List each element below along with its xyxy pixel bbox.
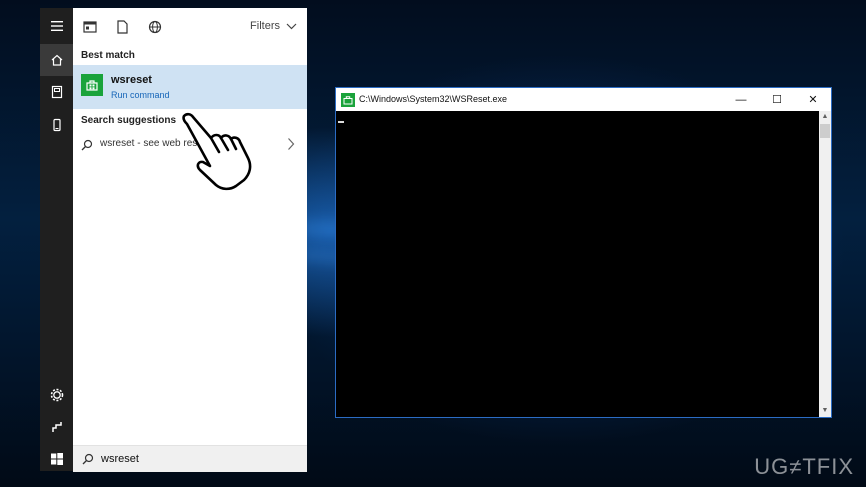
best-match-heading: Best match	[81, 50, 135, 61]
feedback-button[interactable]	[40, 411, 73, 443]
document-icon	[117, 20, 128, 34]
store-bag-glyph	[343, 96, 353, 105]
filters-dropdown[interactable]: Filters	[250, 20, 297, 32]
phone-icon	[52, 118, 61, 132]
search-box[interactable]: wsreset	[73, 445, 307, 472]
search-icon	[82, 453, 94, 465]
best-match-result[interactable]: wsreset Run command	[73, 65, 307, 109]
globe-icon	[148, 20, 162, 34]
console-titlebar[interactable]: C:\Windows\System32\WSReset.exe — ☐ ✕	[336, 88, 831, 111]
search-results-panel: Filters Best match wsreset Run command S…	[73, 8, 307, 472]
start-rail	[40, 8, 73, 471]
best-match-title: wsreset	[111, 74, 152, 86]
web-filter-button[interactable]	[147, 19, 163, 35]
chevron-right-icon	[288, 138, 295, 150]
store-icon	[341, 93, 355, 107]
scroll-down-arrow-icon[interactable]: ▼	[819, 405, 831, 417]
notebook-icon	[51, 85, 62, 99]
scroll-thumb[interactable]	[820, 124, 830, 138]
text-cursor	[338, 121, 344, 123]
search-suggestions-heading: Search suggestions	[81, 115, 177, 126]
home-button[interactable]	[40, 44, 73, 76]
apps-icon	[83, 21, 97, 33]
search-input[interactable]: wsreset	[101, 453, 139, 465]
ugetfix-watermark: UG≠TFIX	[754, 454, 854, 479]
store-icon	[81, 74, 103, 96]
minimize-button[interactable]: —	[723, 88, 759, 111]
maximize-button[interactable]: ☐	[759, 88, 795, 111]
window-title: C:\Windows\System32\WSReset.exe	[359, 94, 508, 104]
settings-button[interactable]	[40, 379, 73, 411]
pointing-hand-icon	[182, 112, 252, 191]
feedback-icon	[51, 422, 62, 432]
home-icon	[51, 54, 62, 66]
windows-start-button[interactable]	[40, 443, 73, 475]
hamburger-icon	[50, 21, 63, 31]
windows-logo-icon	[50, 453, 63, 465]
scroll-up-arrow-icon[interactable]: ▲	[819, 111, 831, 123]
best-match-subtitle: Run command	[111, 90, 170, 100]
start-menu: Filters Best match wsreset Run command S…	[40, 8, 307, 472]
gear-icon	[50, 388, 63, 402]
chevron-down-icon	[286, 23, 297, 29]
device-button[interactable]	[40, 109, 73, 141]
vertical-scrollbar[interactable]: ▲ ▼	[819, 111, 831, 417]
close-button[interactable]: ✕	[795, 88, 831, 111]
search-icon	[81, 139, 93, 151]
wsreset-console-window: C:\Windows\System32\WSReset.exe — ☐ ✕ ▲ …	[335, 87, 832, 418]
store-bag-glyph	[86, 80, 98, 91]
apps-filter-button[interactable]	[82, 19, 98, 35]
documents-filter-button[interactable]	[114, 19, 130, 35]
hamburger-menu-button[interactable]	[40, 10, 73, 42]
filters-label: Filters	[250, 20, 280, 32]
notebook-button[interactable]	[40, 76, 73, 108]
search-filter-bar: Filters	[73, 8, 307, 46]
